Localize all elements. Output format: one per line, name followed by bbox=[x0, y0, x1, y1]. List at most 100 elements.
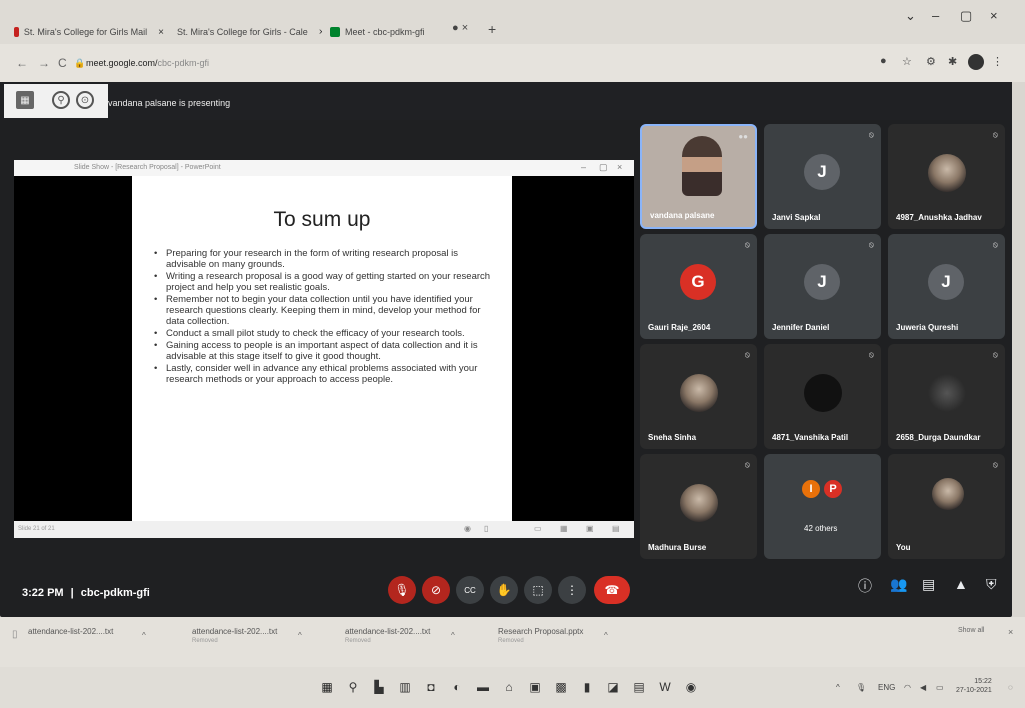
participant-tile[interactable]: J Juweria Qureshi ⦸ bbox=[888, 234, 1005, 339]
tab-meet[interactable]: Meet - cbc-pdkm-gfi bbox=[330, 20, 445, 44]
participant-tile[interactable]: Madhura Burse ⦸ bbox=[640, 454, 757, 559]
host-controls-icon[interactable]: ⛨ bbox=[986, 576, 997, 593]
avatar bbox=[932, 478, 964, 510]
slide-bullet: Preparing for your research in the form … bbox=[154, 248, 494, 270]
participant-tile[interactable]: 2658_Durga Daundkar ⦸ bbox=[888, 344, 1005, 449]
close-window-button[interactable]: × bbox=[990, 8, 998, 23]
info-icon[interactable]: ⓘ bbox=[858, 576, 872, 596]
word-icon[interactable]: W bbox=[656, 678, 674, 696]
mic-icon[interactable]: 🎙 bbox=[856, 683, 866, 692]
app-icon[interactable]: ▮ bbox=[578, 678, 596, 696]
window-title: Slide Show - [Research Proposal] - Power… bbox=[74, 164, 221, 171]
chevron-up-icon[interactable]: ^ bbox=[604, 631, 608, 640]
chat-icon[interactable]: ▤ bbox=[922, 576, 935, 593]
participant-tile[interactable]: 4871_Vanshika Patil ⦸ bbox=[764, 344, 881, 449]
view-icon[interactable]: ◉ bbox=[464, 524, 471, 533]
download-item[interactable]: ▯ attendance-list-202....txt ^ bbox=[12, 627, 172, 640]
close-icon[interactable]: × bbox=[158, 27, 164, 38]
show-all-link[interactable]: Show all bbox=[958, 627, 984, 634]
sorter-view-icon[interactable]: ▦ bbox=[560, 524, 568, 533]
notes-icon[interactable]: ▯ bbox=[484, 524, 488, 533]
language-icon[interactable]: ENG bbox=[878, 683, 895, 692]
pin-icon[interactable]: ⚲ bbox=[52, 91, 70, 109]
close-icon[interactable]: × bbox=[319, 27, 322, 38]
chrome-icon[interactable]: ◉ bbox=[682, 678, 700, 696]
reload-icon[interactable]: C bbox=[58, 56, 67, 70]
presentation-icon[interactable]: ▦ bbox=[16, 91, 34, 109]
star-icon[interactable]: ☆ bbox=[902, 55, 912, 68]
slideshow-view-icon[interactable]: ▤ bbox=[612, 524, 620, 533]
maximize-button[interactable]: ▢ bbox=[960, 8, 972, 24]
participant-tile[interactable]: J Janvi Sapkal ⦸ bbox=[764, 124, 881, 229]
chat-app-icon[interactable]: ◘ bbox=[422, 678, 440, 696]
download-item[interactable]: attendance-list-202....txt Removed ^ bbox=[345, 627, 495, 644]
file-explorer-icon[interactable]: ▬ bbox=[474, 678, 492, 696]
end-call-icon[interactable]: ☎ bbox=[594, 576, 630, 604]
meet-stage: ▦ ⚲ ⊙ vandana palsane is presenting Slid… bbox=[0, 82, 1012, 617]
others-avatars: I P bbox=[800, 478, 844, 500]
download-item[interactable]: Research Proposal.pptx Removed ^ bbox=[498, 627, 648, 644]
mic-off-icon[interactable]: 🎙 bbox=[388, 576, 416, 604]
minimize-button[interactable]: – bbox=[581, 162, 586, 172]
tab-calendar[interactable]: St. Mira's College for Girls - Cale × bbox=[172, 20, 322, 44]
windows-start-icon[interactable]: ▦ bbox=[318, 678, 336, 696]
app-icon[interactable]: ◪ bbox=[604, 678, 622, 696]
volume-icon[interactable]: ◀ bbox=[920, 683, 926, 692]
participant-tile[interactable]: J Jennifer Daniel ⦸ bbox=[764, 234, 881, 339]
normal-view-icon[interactable]: ▭ bbox=[534, 524, 542, 533]
task-view-icon[interactable]: ▙ bbox=[370, 678, 388, 696]
app-icon[interactable]: ▤ bbox=[630, 678, 648, 696]
chevron-down-icon[interactable]: ⌄ bbox=[905, 8, 916, 24]
system-clock[interactable]: 15:22 27-10-2021 bbox=[956, 677, 992, 695]
avatar: J bbox=[928, 264, 964, 300]
raise-hand-icon[interactable]: ✋ bbox=[490, 576, 518, 604]
new-tab-button[interactable]: + bbox=[488, 21, 496, 37]
puzzle-icon[interactable]: ✱ bbox=[948, 55, 957, 68]
participant-tile[interactable]: G Gauri Raje_2604 ⦸ bbox=[640, 234, 757, 339]
chevron-up-icon[interactable]: ^ bbox=[298, 631, 302, 640]
widgets-icon[interactable]: ▥ bbox=[396, 678, 414, 696]
wifi-icon[interactable]: ◠ bbox=[904, 683, 911, 692]
others-tile[interactable]: I P 42 others bbox=[764, 454, 881, 559]
chevron-up-icon[interactable]: ^ bbox=[836, 683, 840, 692]
maximize-button[interactable]: ▢ bbox=[599, 162, 608, 173]
menu-icon[interactable]: ⋮ bbox=[992, 55, 1003, 68]
activities-icon[interactable]: ▲ bbox=[954, 576, 968, 592]
avatar[interactable] bbox=[968, 54, 984, 70]
self-tile[interactable]: You ⦸ bbox=[888, 454, 1005, 559]
forward-icon[interactable]: → bbox=[38, 56, 50, 70]
battery-icon[interactable]: ▭ bbox=[936, 683, 944, 692]
mic-off-icon: ⦸ bbox=[992, 240, 998, 249]
avatar bbox=[928, 374, 966, 412]
close-icon[interactable]: × bbox=[1008, 627, 1013, 637]
chevron-up-icon[interactable]: ^ bbox=[142, 631, 146, 640]
search-icon[interactable]: ⚲ bbox=[344, 678, 362, 696]
people-icon[interactable]: 👥 bbox=[890, 576, 907, 593]
tab-mail[interactable]: St. Mira's College for Girls Mail × bbox=[14, 20, 164, 44]
camera-indicator-icon[interactable]: ● bbox=[880, 55, 887, 67]
extension-icon[interactable]: ⚙ bbox=[926, 55, 936, 68]
more-options-icon[interactable]: ⋮ bbox=[558, 576, 586, 604]
close-icon[interactable]: × bbox=[617, 162, 622, 172]
present-icon[interactable]: ⬚ bbox=[524, 576, 552, 604]
url-field[interactable]: meet.google.com/cbc-pdkm-gfi bbox=[86, 58, 209, 68]
mail-app-icon[interactable]: ▣ bbox=[526, 678, 544, 696]
participant-tile[interactable]: vandana palsane ●● bbox=[640, 124, 757, 229]
minimize-button[interactable]: – bbox=[932, 8, 939, 23]
reading-view-icon[interactable]: ▣ bbox=[586, 524, 594, 533]
download-name: Research Proposal.pptx bbox=[498, 627, 584, 636]
store-icon[interactable]: ⌂ bbox=[500, 678, 518, 696]
mic-off-icon: ⦸ bbox=[744, 460, 750, 469]
chevron-up-icon[interactable]: ^ bbox=[451, 631, 455, 640]
captions-icon[interactable]: CC bbox=[456, 576, 484, 604]
fullscreen-icon[interactable]: ⊙ bbox=[76, 91, 94, 109]
app-icon[interactable]: ▩ bbox=[552, 678, 570, 696]
participant-tile[interactable]: Sneha Sinha ⦸ bbox=[640, 344, 757, 449]
participant-tile[interactable]: 4987_Anushka Jadhav ⦸ bbox=[888, 124, 1005, 229]
back-icon[interactable]: ← bbox=[16, 56, 28, 70]
camera-off-icon[interactable]: ⊘ bbox=[422, 576, 450, 604]
meet-icon bbox=[330, 27, 340, 37]
notification-icon[interactable]: ◌ bbox=[1008, 683, 1013, 692]
edge-icon[interactable]: ◐ bbox=[448, 678, 466, 696]
download-item[interactable]: attendance-list-202....txt Removed ^ bbox=[192, 627, 342, 644]
